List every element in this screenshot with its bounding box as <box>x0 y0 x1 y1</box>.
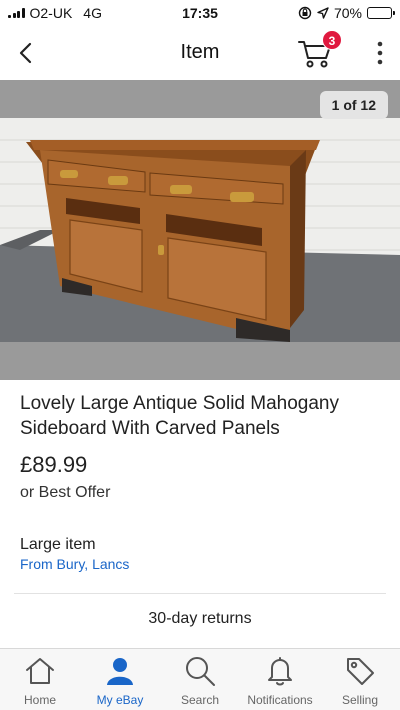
search-icon <box>186 657 215 686</box>
best-offer-label: or Best Offer <box>20 484 111 501</box>
more-vertical-icon[interactable] <box>374 40 386 66</box>
image-gallery[interactable]: 1 of 12 <box>0 80 400 380</box>
tab-selling-label: Selling <box>341 693 379 707</box>
tab-notifications[interactable]: Notifications <box>240 649 320 710</box>
sideboard-photo <box>0 118 400 342</box>
large-item-label: Large item <box>20 536 96 553</box>
item-price: £89.99 <box>20 452 88 477</box>
item-title: Lovely Large Antique Solid Mahogany Side… <box>20 393 340 439</box>
tab-bar: Home My eBay Search Notifications Sellin… <box>0 648 400 710</box>
navigation-bar: Item 3 <box>0 26 400 80</box>
status-bar: O2-UK 4G 17:35 70% <box>0 0 400 26</box>
tab-home-label: Home <box>23 693 56 707</box>
returns-label[interactable]: 30-day returns <box>0 610 400 628</box>
image-counter: 1 of 12 <box>319 91 388 119</box>
orientation-lock-icon <box>298 6 312 20</box>
tab-notifications-label: Notifications <box>247 693 313 707</box>
tag-icon <box>347 658 374 685</box>
tab-my-ebay-label: My eBay <box>96 693 144 707</box>
tab-my-ebay[interactable]: My eBay <box>80 649 160 710</box>
status-right: 70% <box>298 5 395 21</box>
tab-search[interactable]: Search <box>160 649 240 710</box>
tab-home[interactable]: Home <box>0 649 80 710</box>
divider <box>14 593 386 594</box>
battery-percent: 70% <box>333 5 362 21</box>
home-icon <box>26 658 54 684</box>
battery-icon <box>367 7 395 19</box>
bell-icon <box>268 657 292 686</box>
tab-search-label: Search <box>180 693 220 707</box>
cart-count-badge: 3 <box>322 30 342 50</box>
tab-selling[interactable]: Selling <box>320 649 400 710</box>
item-location: From Bury, Lancs <box>20 556 130 572</box>
location-arrow-icon <box>317 7 329 19</box>
person-icon <box>107 658 133 685</box>
